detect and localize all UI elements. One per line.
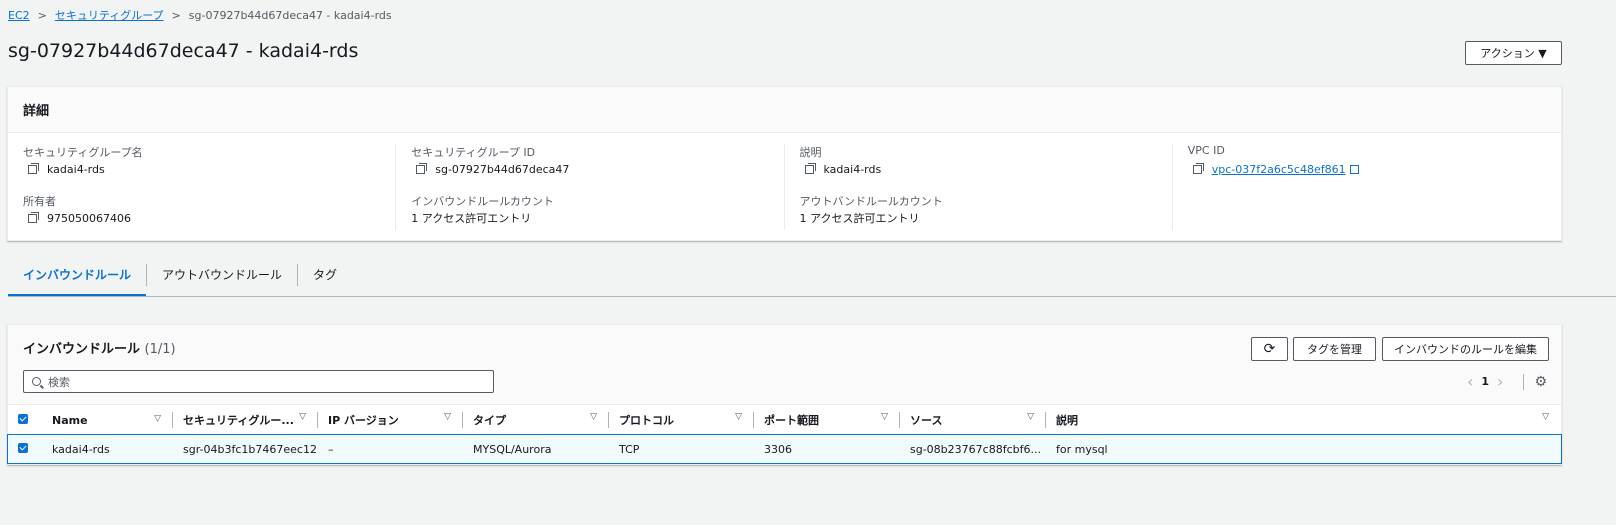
- table-cell: –: [328, 442, 334, 456]
- inbound-count-value: 1 アクセス許可エントリ: [411, 212, 532, 225]
- chevron-right-icon: >: [171, 8, 181, 22]
- select-all-cell[interactable]: [8, 405, 42, 435]
- column-header[interactable]: ポート範囲 ▽: [754, 405, 900, 435]
- refresh-icon: ⟳: [1263, 341, 1276, 357]
- search-icon: [32, 377, 41, 386]
- column-header[interactable]: プロトコル ▽: [609, 405, 754, 435]
- rules-title: インバウンドルール (1/1): [23, 338, 176, 357]
- vpc-id-label: VPC ID: [1187, 144, 1225, 157]
- manage-tags-button[interactable]: タグを管理: [1293, 337, 1376, 361]
- copy-icon[interactable]: [804, 162, 816, 174]
- sort-icon: ▽: [1027, 412, 1034, 422]
- external-link-icon: [1349, 164, 1359, 174]
- refresh-button[interactable]: ⟳: [1251, 337, 1288, 361]
- sort-icon: ▽: [735, 412, 742, 422]
- checkbox-icon[interactable]: [18, 442, 28, 453]
- table-cell: TCP: [619, 442, 640, 456]
- edit-inbound-rules-button[interactable]: インバウンドのルールを編集: [1382, 337, 1549, 361]
- gear-icon[interactable]: ⚙: [1523, 373, 1547, 390]
- tab-inbound-rules[interactable]: インバウンドルール: [8, 262, 147, 296]
- tab-bar: インバウンドルール アウトバウンドルール タグ: [8, 262, 1616, 297]
- page-title: sg-07927b44d67deca47 - kadai4-rds: [8, 40, 359, 62]
- tab-tags[interactable]: タグ: [298, 262, 352, 296]
- inbound-count-label: インバウンドルールカウント: [411, 195, 554, 208]
- row-select-cell[interactable]: [8, 435, 42, 463]
- actions-button[interactable]: アクション ▼: [1465, 41, 1562, 65]
- sort-icon: ▽: [154, 413, 161, 424]
- table-cell: kadai4-rds: [52, 442, 110, 456]
- tab-outbound-rules[interactable]: アウトバウンドルール: [147, 262, 297, 296]
- sg-name-label: セキュリティグループ名: [23, 146, 143, 159]
- details-title: 詳細: [8, 87, 1561, 133]
- table-cell: sg-08b23767c88fcbf6...: [910, 442, 1041, 456]
- sort-icon: ▽: [444, 412, 451, 422]
- chevron-left-icon[interactable]: ‹: [1467, 372, 1473, 391]
- breadcrumb: EC2 > セキュリティグループ > sg-07927b44d67deca47 …: [8, 7, 392, 23]
- pagination: ‹ 1 › ⚙: [1459, 372, 1547, 391]
- chevron-right-icon[interactable]: ›: [1497, 372, 1503, 391]
- description-label: 説明: [799, 146, 822, 159]
- sort-icon: ▽: [590, 412, 597, 422]
- sg-id-label: セキュリティグループ ID: [411, 146, 536, 159]
- inbound-rules-panel: インバウンドルール (1/1) ⟳ タグを管理 インバウンドのルールを編集 検索…: [7, 324, 1562, 465]
- owner-value: 975050067406: [47, 211, 131, 225]
- search-input[interactable]: 検索: [23, 370, 494, 393]
- column-header[interactable]: 説明 ▽: [1046, 405, 1561, 435]
- table-cell: 3306: [764, 442, 792, 456]
- column-header[interactable]: ソース ▽: [900, 405, 1046, 435]
- breadcrumb-current: sg-07927b44d67deca47 - kadai4-rds: [188, 8, 392, 22]
- column-header[interactable]: タイプ ▽: [463, 405, 609, 435]
- column-header[interactable]: セキュリティグルー... ▽: [173, 405, 318, 435]
- copy-icon[interactable]: [416, 162, 428, 174]
- table-cell: for mysql: [1056, 442, 1108, 456]
- table-row[interactable]: kadai4-rds sgr-04b3fc1b7467eec12 – MYSQL…: [7, 434, 1562, 464]
- outbound-count-value: 1 アクセス許可エントリ: [799, 212, 920, 225]
- details-panel: 詳細 セキュリティグループ名 kadai4-rds 所有者 9750500674…: [7, 86, 1562, 241]
- page-number[interactable]: 1: [1481, 375, 1489, 388]
- owner-label: 所有者: [23, 195, 56, 208]
- checkbox-icon[interactable]: [18, 413, 28, 424]
- chevron-right-icon: >: [37, 8, 47, 22]
- rules-table: Name ▽ セキュリティグルー... ▽ IP バージョン ▽ タイプ ▽ プロトコル…: [7, 405, 1562, 464]
- vpc-id-link[interactable]: vpc-037f2a6c5c48ef861: [1212, 163, 1346, 176]
- breadcrumb-ec2[interactable]: EC2: [8, 9, 30, 22]
- sort-icon: ▽: [1542, 412, 1549, 422]
- copy-icon[interactable]: [1192, 162, 1204, 174]
- table-cell: sgr-04b3fc1b7467eec12: [183, 442, 317, 456]
- sort-icon: ▽: [299, 412, 306, 422]
- rules-title-text: インバウンドルール: [23, 342, 141, 357]
- outbound-count-label: アウトバンドルールカウント: [799, 195, 943, 208]
- rules-count: (1/1): [144, 342, 176, 357]
- column-header[interactable]: Name ▽: [42, 405, 173, 435]
- copy-icon[interactable]: [28, 162, 39, 174]
- sg-id-value: sg-07927b44d67deca47: [435, 162, 570, 176]
- breadcrumb-security-groups[interactable]: セキュリティグループ: [55, 7, 164, 23]
- column-header[interactable]: IP バージョン ▽: [318, 405, 463, 435]
- sort-icon: ▽: [881, 412, 888, 422]
- sg-name-value: kadai4-rds: [47, 162, 105, 176]
- search-placeholder: 検索: [48, 375, 70, 389]
- table-cell: MYSQL/Aurora: [473, 442, 552, 456]
- table-header: Name ▽ セキュリティグルー... ▽ IP バージョン ▽ タイプ ▽ プロトコル…: [8, 405, 1561, 435]
- description-value: kadai4-rds: [823, 162, 882, 176]
- copy-icon[interactable]: [28, 211, 39, 223]
